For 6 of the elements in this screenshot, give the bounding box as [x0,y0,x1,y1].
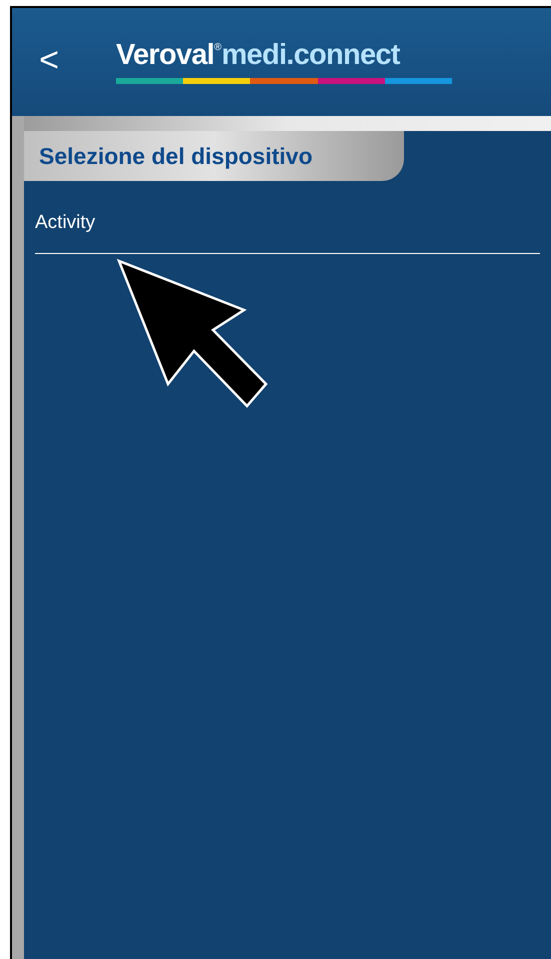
device-list-item[interactable]: Activity [35,181,540,254]
section-title: Selezione del dispositivo [39,142,313,171]
product-logo-text: medi.connect [222,40,400,70]
back-button[interactable]: < [32,43,66,81]
brand-logo-text: Veroval [116,40,214,70]
registered-mark: ® [214,42,222,52]
